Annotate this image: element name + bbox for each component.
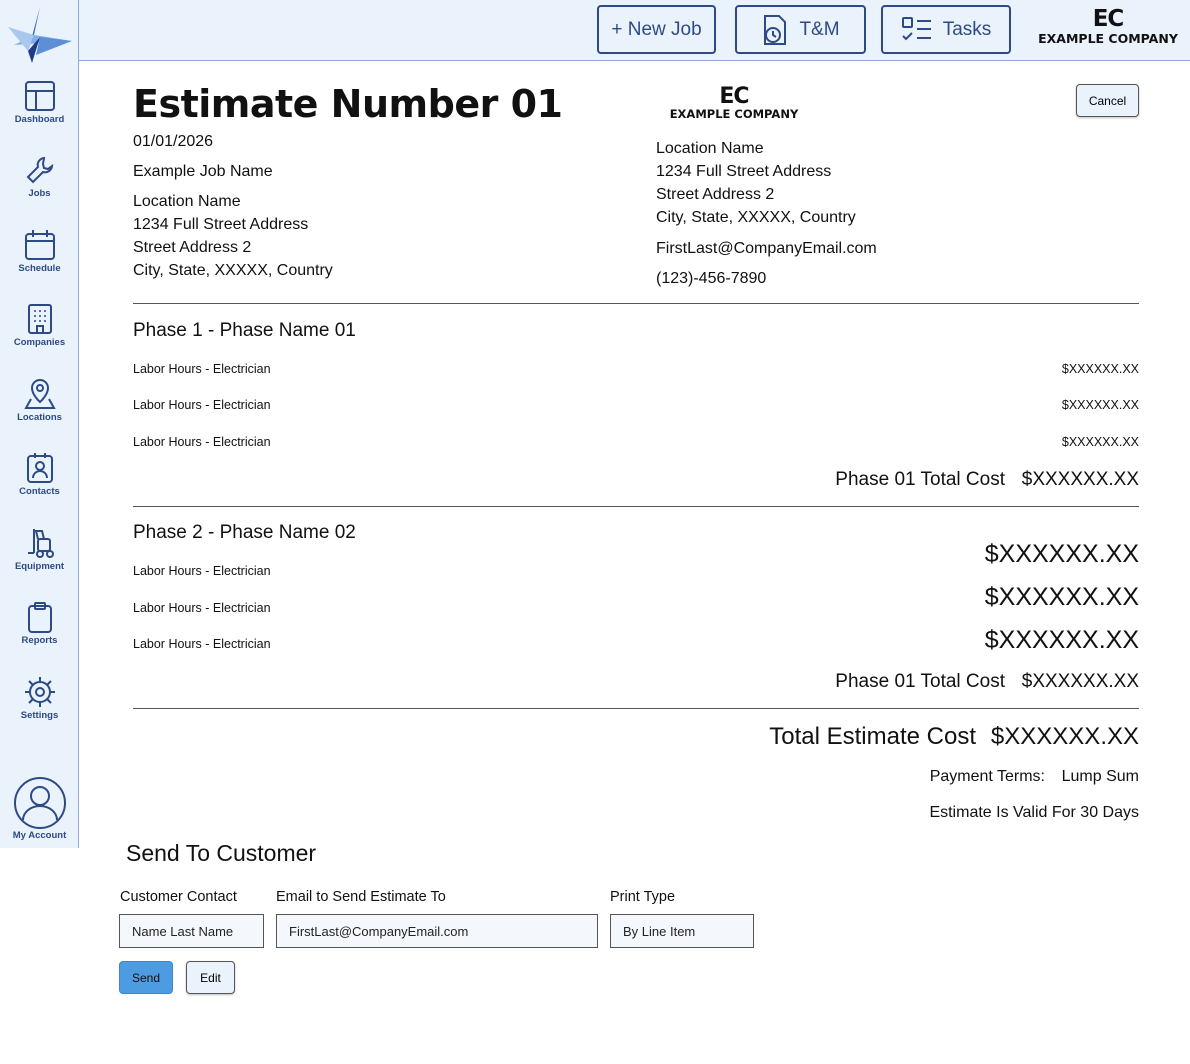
estimate-company-name: EXAMPLE COMPANY bbox=[669, 107, 799, 121]
calendar-icon bbox=[24, 230, 55, 260]
sidebar-label-contacts: Contacts bbox=[19, 486, 60, 497]
company-brand: EC EXAMPLE COMPANY bbox=[1029, 8, 1187, 46]
customer-city: City, State, XXXXX, Country bbox=[133, 262, 333, 279]
phase-1-item-3-label: Labor Hours - Electrician bbox=[133, 435, 271, 449]
phase-1-item-3-amount: $XXXXXX.XX bbox=[1061, 435, 1139, 449]
tasks-label: Tasks bbox=[942, 18, 992, 40]
sidebar-item-reports[interactable]: Reports bbox=[0, 601, 79, 671]
company-phone: (123)-456-7890 bbox=[656, 270, 767, 287]
sidebar-item-locations[interactable]: Locations bbox=[0, 378, 79, 448]
phase-1-total-value: $XXXXXX.XX bbox=[1021, 469, 1139, 490]
estimate-date: 01/01/2026 bbox=[133, 133, 214, 150]
sidebar-label-jobs: Jobs bbox=[28, 188, 51, 199]
tasks-button[interactable]: Tasks bbox=[881, 5, 1011, 54]
estimate-validity: Estimate Is Valid For 30 Days bbox=[929, 804, 1139, 821]
job-name: Example Job Name bbox=[133, 163, 273, 180]
sidebar-item-settings[interactable]: Settings bbox=[0, 676, 79, 746]
send-section-title: Send To Customer bbox=[126, 840, 317, 866]
sidebar-item-contacts[interactable]: Contacts bbox=[0, 452, 79, 522]
wrench-icon bbox=[26, 156, 53, 184]
phase-2-title: Phase 2 - Phase Name 02 bbox=[133, 522, 356, 543]
sidebar-item-my-account[interactable]: My Account bbox=[0, 776, 79, 846]
sidebar-item-jobs[interactable]: Jobs bbox=[0, 154, 79, 224]
brand-initials: EC bbox=[1092, 6, 1125, 32]
top-bar: + New Job T&M Tasks EC EXAMPLE COMPANY bbox=[79, 0, 1190, 61]
payment-terms-value: Lump Sum bbox=[1061, 768, 1139, 785]
phase-2-total-value: $XXXXXX.XX bbox=[1021, 671, 1139, 692]
total-estimate-label: Total Estimate Cost bbox=[769, 723, 976, 750]
sidebar-label-dashboard: Dashboard bbox=[14, 114, 65, 125]
payment-terms-label: Payment Terms: bbox=[929, 768, 1045, 785]
estimate-company-initials: EC bbox=[719, 84, 749, 109]
estimate-title: Estimate Number 01 bbox=[133, 82, 563, 126]
phase-1-item-2-label: Labor Hours - Electrician bbox=[133, 398, 271, 412]
dashboard-icon bbox=[24, 81, 55, 111]
estimate-company-logo: EC EXAMPLE COMPANY bbox=[656, 86, 812, 121]
sidebar-label-settings: Settings bbox=[20, 710, 59, 721]
divider bbox=[133, 506, 1139, 507]
customer-address1: 1234 Full Street Address bbox=[133, 216, 309, 233]
forklift-icon bbox=[27, 529, 54, 558]
divider bbox=[133, 708, 1139, 709]
sidebar-label-my-account: My Account bbox=[12, 830, 67, 841]
cancel-button[interactable]: Cancel bbox=[1076, 84, 1139, 117]
tm-button[interactable]: T&M bbox=[735, 5, 866, 54]
brand-name: EXAMPLE COMPANY bbox=[1038, 31, 1178, 46]
building-icon bbox=[27, 304, 52, 334]
sidebar-item-schedule[interactable]: Schedule bbox=[0, 229, 79, 299]
timesheet-clock-icon bbox=[764, 14, 787, 45]
phase-2-total-label: Phase 01 Total Cost bbox=[835, 671, 1005, 692]
edit-button[interactable]: Edit bbox=[186, 961, 235, 994]
customer-contact-input[interactable] bbox=[119, 914, 264, 948]
phase-1-item-2-amount: $XXXXXX.XX bbox=[1061, 398, 1139, 412]
sidebar-item-companies[interactable]: Companies bbox=[0, 303, 79, 373]
tm-label: T&M bbox=[799, 18, 840, 40]
contact-card-icon bbox=[26, 453, 53, 483]
customer-contact-label: Customer Contact bbox=[120, 889, 237, 905]
gear-icon bbox=[24, 677, 55, 707]
phase-1-total-label: Phase 01 Total Cost bbox=[835, 469, 1005, 490]
checklist-icon bbox=[901, 16, 931, 40]
total-estimate-value: $XXXXXX.XX bbox=[990, 723, 1139, 750]
phase-2-item-3-label: Labor Hours - Electrician bbox=[133, 637, 271, 651]
customer-location: Location Name bbox=[133, 193, 241, 210]
company-email: FirstLast@CompanyEmail.com bbox=[656, 240, 877, 257]
phase-1-title: Phase 1 - Phase Name 01 bbox=[133, 320, 356, 341]
email-input[interactable] bbox=[276, 914, 598, 948]
sidebar-label-reports: Reports bbox=[21, 635, 58, 646]
phase-2-item-3-amount: $XXXXXX.XX bbox=[984, 626, 1139, 654]
send-button[interactable]: Send bbox=[119, 961, 173, 994]
app-logo[interactable] bbox=[6, 5, 72, 63]
sidebar: Dashboard Jobs Schedule Companies Locati… bbox=[0, 0, 79, 848]
phase-2-item-2-amount: $XXXXXX.XX bbox=[984, 583, 1139, 611]
customer-address2: Street Address 2 bbox=[133, 239, 252, 256]
phase-2-item-1-label: Labor Hours - Electrician bbox=[133, 564, 271, 578]
sidebar-label-schedule: Schedule bbox=[18, 263, 61, 274]
sidebar-label-companies: Companies bbox=[13, 337, 66, 348]
sidebar-item-equipment[interactable]: Equipment bbox=[0, 527, 79, 597]
new-job-label: + New Job bbox=[611, 18, 702, 40]
new-job-button[interactable]: + New Job bbox=[597, 5, 716, 54]
phase-2-item-2-label: Labor Hours - Electrician bbox=[133, 601, 271, 615]
phase-1-item-1-label: Labor Hours - Electrician bbox=[133, 362, 271, 376]
divider bbox=[133, 303, 1139, 304]
company-address1: 1234 Full Street Address bbox=[656, 163, 832, 180]
clipboard-icon bbox=[27, 602, 52, 633]
phase-1-item-1-amount: $XXXXXX.XX bbox=[1061, 362, 1139, 376]
print-type-select[interactable] bbox=[610, 914, 754, 948]
account-avatar-icon bbox=[13, 777, 66, 829]
email-label: Email to Send Estimate To bbox=[276, 889, 446, 905]
sidebar-item-dashboard[interactable]: Dashboard bbox=[0, 80, 79, 150]
company-city: City, State, XXXXX, Country bbox=[656, 209, 856, 226]
company-location: Location Name bbox=[656, 140, 764, 157]
sidebar-label-locations: Locations bbox=[17, 412, 62, 423]
company-address2: Street Address 2 bbox=[656, 186, 775, 203]
phase-2-item-1-amount: $XXXXXX.XX bbox=[984, 540, 1139, 568]
sidebar-label-equipment: Equipment bbox=[14, 561, 65, 572]
print-type-label: Print Type bbox=[610, 889, 676, 905]
map-pin-icon bbox=[23, 378, 56, 409]
